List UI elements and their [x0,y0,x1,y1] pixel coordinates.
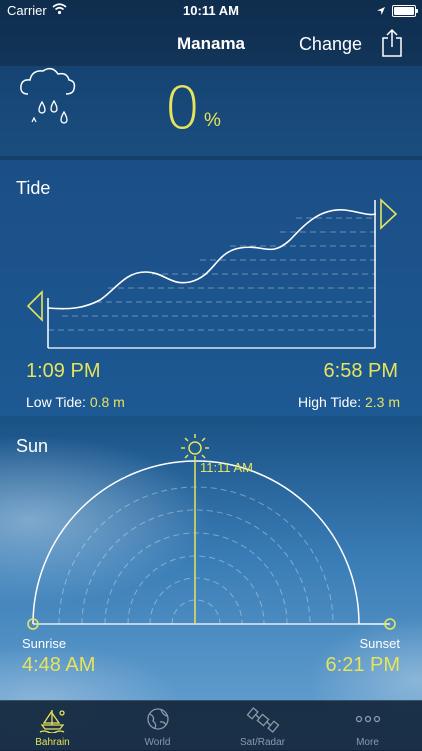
satellite-icon [210,707,315,733]
tab-more[interactable]: More [315,701,420,751]
tab-sat-radar[interactable]: Sat/Radar [210,701,315,751]
battery-icon [392,5,418,17]
sun-icon [181,434,209,459]
tab-bar: Bahrain World Sat/Radar More [0,700,422,751]
globe-icon [105,707,210,731]
high-tide-info: High Tide: 2.3 m [298,394,400,410]
tab-bahrain[interactable]: Bahrain [0,701,105,751]
sunset-time: 6:21 PM [325,654,400,676]
change-button[interactable]: Change [299,34,362,55]
high-tide-value: 2.3 m [364,394,400,410]
share-icon[interactable] [380,28,404,63]
sunrise-label: Sunrise [22,636,67,651]
nav-bar: Manama Change [0,22,422,66]
status-bar: Carrier 10:11 AM [0,0,422,22]
low-tide-label: Low Tide: [26,394,86,410]
tide-panel: Tide 1:09 PM 6:58 PM Low Tide: 0.8 m Hig… [0,160,422,416]
solar-noon-time: 11:11 AM [200,460,253,475]
precipitation-unit: % [204,110,221,131]
low-tide-value: 0.8 m [89,394,125,410]
tab-world-label: World [144,737,171,748]
tab-bahrain-label: Bahrain [35,737,70,748]
high-tide-time: 6:58 PM [323,360,398,382]
high-tide-label: High Tide: [298,394,362,410]
precipitation-value: 0 [164,74,201,142]
tab-more-label: More [356,737,379,748]
boat-icon [0,707,105,734]
low-tide-time: 1:09 PM [26,360,101,382]
more-dots-icon [315,707,420,731]
sunset-label: Sunset [359,636,400,651]
tab-sat-radar-label: Sat/Radar [239,737,286,748]
status-time: 10:11 AM [183,3,239,18]
precipitation-panel: 0 % [0,66,422,156]
location-arrow-icon [376,4,386,19]
rain-cloud-icon [18,66,88,135]
sunrise-time: 4:48 AM [22,654,96,676]
sun-panel: Sun 11:11 AM Sunrise Sunset 4:48 AM 6:21… [0,418,422,698]
low-tide-info: Low Tide: 0.8 m [26,394,125,410]
tab-world[interactable]: World [105,701,210,751]
